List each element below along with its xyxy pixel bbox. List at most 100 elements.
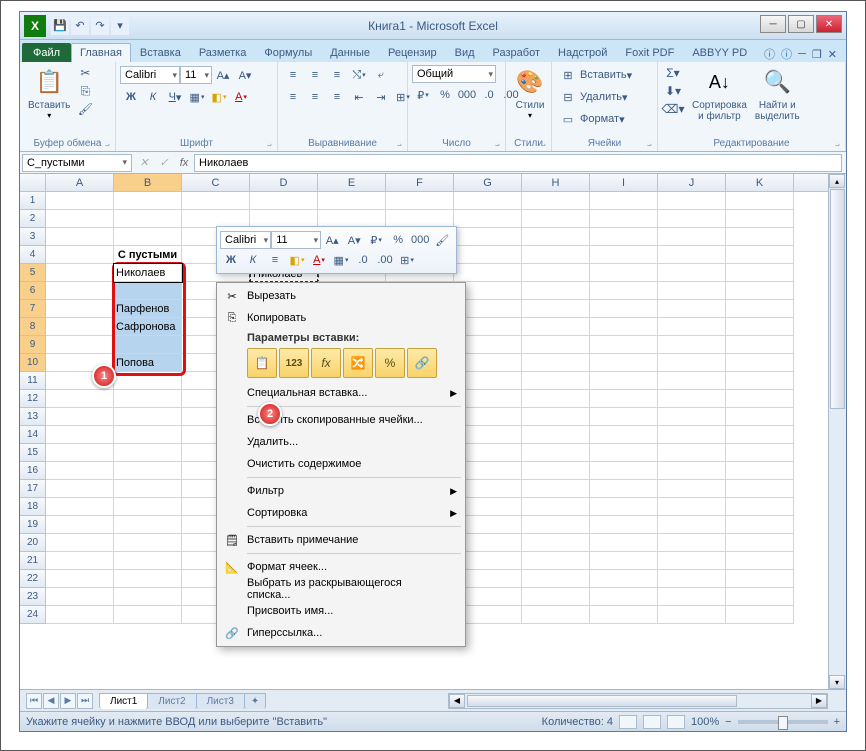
new-sheet-tab[interactable]: ✦ bbox=[244, 693, 266, 709]
cell[interactable] bbox=[522, 516, 590, 534]
collapse-ribbon-icon[interactable]: ⓘ bbox=[764, 46, 775, 62]
align-mid-icon[interactable]: ≡ bbox=[305, 65, 325, 85]
mini-size-combo[interactable]: 11 bbox=[271, 231, 321, 249]
row-header[interactable]: 14 bbox=[20, 426, 46, 444]
paste-opt-formatting[interactable]: % bbox=[375, 348, 405, 378]
cell[interactable] bbox=[726, 246, 794, 264]
tab-developer[interactable]: Разработ bbox=[484, 43, 549, 62]
minimize-button[interactable]: ─ bbox=[760, 15, 786, 33]
col-header[interactable]: B bbox=[114, 174, 182, 191]
cell[interactable] bbox=[522, 228, 590, 246]
row-header[interactable]: 3 bbox=[20, 228, 46, 246]
cell[interactable] bbox=[114, 372, 182, 390]
cell[interactable] bbox=[590, 228, 658, 246]
col-header[interactable]: A bbox=[46, 174, 114, 191]
cell[interactable] bbox=[46, 282, 114, 300]
orientation-icon[interactable]: ⤭ bbox=[349, 65, 369, 85]
cell[interactable] bbox=[658, 336, 726, 354]
cell[interactable] bbox=[658, 444, 726, 462]
cell[interactable] bbox=[590, 606, 658, 624]
row-header[interactable]: 20 bbox=[20, 534, 46, 552]
cell[interactable] bbox=[658, 318, 726, 336]
sort-filter-button[interactable]: A↓Сортировка и фильтр bbox=[688, 64, 751, 124]
tab-layout[interactable]: Разметка bbox=[190, 43, 256, 62]
row-header[interactable]: 13 bbox=[20, 408, 46, 426]
cell[interactable] bbox=[658, 354, 726, 372]
ctx-copy[interactable]: ⎘Копировать bbox=[219, 307, 463, 329]
sheet-tab[interactable]: Лист3 bbox=[196, 693, 245, 709]
row-header[interactable]: 6 bbox=[20, 282, 46, 300]
name-box[interactable]: С_пустыми bbox=[22, 154, 132, 172]
shrink-font-icon[interactable]: A▾ bbox=[235, 65, 255, 85]
cell[interactable] bbox=[114, 498, 182, 516]
cell[interactable] bbox=[658, 228, 726, 246]
ctx-pick[interactable]: Выбрать из раскрывающегося списка... bbox=[219, 578, 463, 600]
cut-icon[interactable]: ✂ bbox=[76, 64, 94, 82]
col-header[interactable]: F bbox=[386, 174, 454, 191]
cell[interactable] bbox=[590, 354, 658, 372]
cell[interactable] bbox=[114, 480, 182, 498]
number-format-combo[interactable]: Общий bbox=[412, 65, 496, 83]
ctx-hyperlink[interactable]: 🔗Гиперссылка... bbox=[219, 622, 463, 644]
cells-insert-button[interactable]: ⊞Вставить ▾ bbox=[556, 65, 636, 85]
cell[interactable] bbox=[726, 264, 794, 282]
mini-incdec-icon[interactable]: .0 bbox=[353, 250, 373, 270]
cell[interactable] bbox=[522, 210, 590, 228]
cell[interactable] bbox=[522, 336, 590, 354]
cell[interactable]: Сафронова bbox=[114, 318, 182, 336]
indent-dec-icon[interactable]: ⇤ bbox=[349, 87, 369, 107]
cell[interactable] bbox=[46, 534, 114, 552]
ctx-insert-cells[interactable]: Вставить скопированные ячейки... bbox=[219, 409, 463, 431]
cell[interactable] bbox=[318, 192, 386, 210]
cell[interactable]: Попова bbox=[114, 354, 182, 372]
find-select-button[interactable]: 🔍Найти и выделить bbox=[751, 64, 804, 124]
cell[interactable] bbox=[590, 444, 658, 462]
col-header[interactable]: K bbox=[726, 174, 794, 191]
cell[interactable] bbox=[726, 282, 794, 300]
zoom-in-icon[interactable]: + bbox=[834, 716, 840, 728]
cell[interactable] bbox=[114, 228, 182, 246]
cell[interactable] bbox=[114, 516, 182, 534]
cell[interactable] bbox=[726, 336, 794, 354]
cell[interactable] bbox=[114, 552, 182, 570]
col-header[interactable]: H bbox=[522, 174, 590, 191]
indent-inc-icon[interactable]: ⇥ bbox=[371, 87, 391, 107]
maximize-button[interactable]: ▢ bbox=[788, 15, 814, 33]
cell[interactable] bbox=[46, 390, 114, 408]
mini-font-combo[interactable]: Calibri bbox=[220, 231, 271, 249]
cancel-icon[interactable]: ✕ bbox=[134, 156, 154, 169]
cell[interactable] bbox=[46, 318, 114, 336]
cell[interactable] bbox=[114, 408, 182, 426]
view-layout-icon[interactable] bbox=[643, 715, 661, 729]
cell[interactable] bbox=[46, 462, 114, 480]
cell[interactable] bbox=[590, 246, 658, 264]
ctx-cut[interactable]: ✂Вырезать bbox=[219, 285, 463, 307]
tab-addins[interactable]: Надстрой bbox=[549, 43, 616, 62]
cell[interactable] bbox=[114, 390, 182, 408]
cell[interactable] bbox=[46, 228, 114, 246]
cell[interactable] bbox=[590, 192, 658, 210]
cell[interactable] bbox=[658, 462, 726, 480]
tab-nav-last[interactable]: ⏭ bbox=[77, 693, 93, 709]
cells-delete-button[interactable]: ⊟Удалить ▾ bbox=[556, 87, 632, 107]
row-header[interactable]: 18 bbox=[20, 498, 46, 516]
win-close-icon[interactable]: ✕ bbox=[828, 48, 837, 61]
row-header[interactable]: 23 bbox=[20, 588, 46, 606]
cell[interactable] bbox=[454, 228, 522, 246]
win-min-icon[interactable]: ─ bbox=[798, 48, 806, 60]
currency-icon[interactable]: ₽ bbox=[413, 85, 433, 105]
mini-shrink-icon[interactable]: A▾ bbox=[344, 230, 364, 250]
cell[interactable] bbox=[590, 264, 658, 282]
mini-comma-icon[interactable]: 000 bbox=[410, 230, 430, 250]
cell[interactable] bbox=[46, 192, 114, 210]
cell[interactable] bbox=[658, 426, 726, 444]
win-restore-icon[interactable]: ❐ bbox=[812, 48, 822, 61]
help-icon[interactable]: ⓘ bbox=[781, 46, 792, 62]
percent-icon[interactable]: % bbox=[435, 85, 455, 105]
zoom-level[interactable]: 100% bbox=[691, 716, 719, 728]
cell[interactable] bbox=[46, 480, 114, 498]
ctx-comment[interactable]: 🗒Вставить примечание bbox=[219, 529, 463, 551]
mini-fontcolor-icon[interactable]: A bbox=[309, 250, 329, 270]
cell[interactable] bbox=[590, 426, 658, 444]
ctx-name[interactable]: Присвоить имя... bbox=[219, 600, 463, 622]
